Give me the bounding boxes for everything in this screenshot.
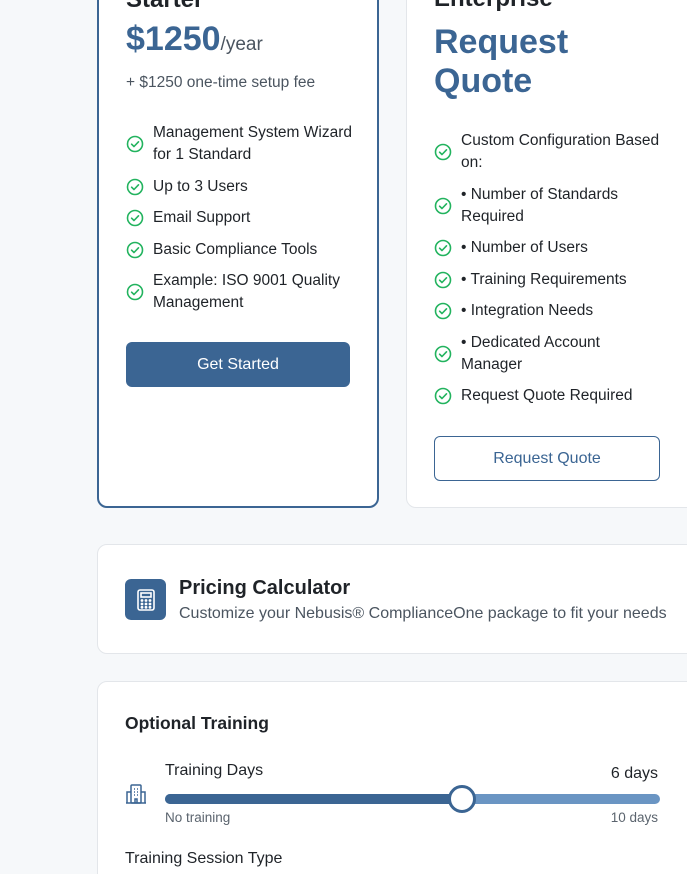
pricing-calculator-panel: Pricing Calculator Customize your Nebusi… xyxy=(97,544,687,654)
enterprise-plan-name: Enterprise xyxy=(434,0,553,13)
check-circle-icon xyxy=(126,241,144,258)
calculator-icon xyxy=(125,579,166,620)
feature-text: Management System Wizard for 1 Standard xyxy=(153,124,352,163)
check-circle-icon xyxy=(434,143,452,161)
feature-item: Basic Compliance Tools xyxy=(126,239,356,261)
training-days-slider[interactable] xyxy=(165,785,660,813)
feature-text: Example: ISO 9001 Quality Management xyxy=(153,272,340,311)
starter-price: $1250/year xyxy=(126,22,263,56)
training-session-type-label: Training Session Type xyxy=(125,850,283,867)
building-icon xyxy=(126,784,146,804)
calculator-title: Pricing Calculator xyxy=(179,577,351,599)
feature-item: Request Quote Required xyxy=(434,385,664,407)
check-circle-icon xyxy=(126,135,144,153)
feature-text: • Training Requirements xyxy=(461,270,627,288)
feature-item: • Integration Needs xyxy=(434,300,664,322)
enterprise-price-text: Request Quote xyxy=(434,23,569,100)
training-days-value: 6 days xyxy=(610,765,658,782)
enterprise-plan-card: Enterprise Request Quote Custom Configur… xyxy=(406,0,687,508)
get-started-button[interactable]: Get Started xyxy=(126,342,350,387)
pricing-page: Starter $1250/year + $1250 one-time setu… xyxy=(0,0,687,874)
feature-text: • Integration Needs xyxy=(461,302,594,319)
starter-feature-list: Management System Wizard for 1 Standard U… xyxy=(126,122,356,324)
feature-item: Up to 3 Users xyxy=(126,176,356,198)
starter-price-period: /year xyxy=(220,34,263,55)
feature-text: Up to 3 Users xyxy=(153,177,248,195)
check-circle-icon xyxy=(126,283,144,301)
feature-item: Example: ISO 9001 Quality Management xyxy=(126,270,356,314)
feature-text: • Number of Users xyxy=(461,239,588,256)
starter-setup-fee: + $1250 one-time setup fee xyxy=(126,74,316,91)
feature-item: Email Support xyxy=(126,207,356,229)
feature-item: • Dedicated Account Manager xyxy=(434,332,664,376)
starter-price-amount: $1250 xyxy=(126,20,221,58)
slider-min-label: No training xyxy=(165,810,231,825)
check-circle-icon xyxy=(126,178,144,195)
calculator-subtitle: Customize your Nebusis® ComplianceOne pa… xyxy=(179,605,667,622)
check-circle-icon xyxy=(434,302,452,320)
feature-item: • Number of Standards Required xyxy=(434,184,664,228)
feature-text: Basic Compliance Tools xyxy=(153,240,318,258)
feature-item: • Number of Users xyxy=(434,237,664,259)
check-circle-icon xyxy=(434,387,452,405)
feature-text: • Number of Standards Required xyxy=(461,185,619,225)
check-circle-icon xyxy=(434,271,452,288)
feature-item: Custom Configuration Based on: xyxy=(434,130,664,174)
starter-plan-card: Starter $1250/year + $1250 one-time setu… xyxy=(97,0,379,508)
slider-max-label: 10 days xyxy=(610,810,658,825)
enterprise-feature-list: Custom Configuration Based on: • Number o… xyxy=(434,130,664,417)
request-quote-button[interactable]: Request Quote xyxy=(434,436,660,481)
feature-item: • Training Requirements xyxy=(434,269,664,291)
starter-plan-name: Starter xyxy=(126,0,203,14)
feature-text: Custom Configuration Based on: xyxy=(461,132,660,171)
check-circle-icon xyxy=(434,239,452,257)
slider-fill xyxy=(165,794,462,804)
slider-thumb[interactable] xyxy=(448,785,476,813)
training-section-title: Optional Training xyxy=(125,713,269,733)
check-circle-icon xyxy=(434,345,452,362)
feature-text: Request Quote Required xyxy=(461,387,633,404)
feature-text: Email Support xyxy=(153,209,251,226)
training-days-label: Training Days xyxy=(165,762,264,779)
check-circle-icon xyxy=(434,197,452,214)
optional-training-panel: Optional Training Training Days 6 days N… xyxy=(97,681,687,874)
feature-text: • Dedicated Account Manager xyxy=(461,333,600,373)
feature-item: Management System Wizard for 1 Standard xyxy=(126,122,356,166)
check-circle-icon xyxy=(126,209,144,227)
